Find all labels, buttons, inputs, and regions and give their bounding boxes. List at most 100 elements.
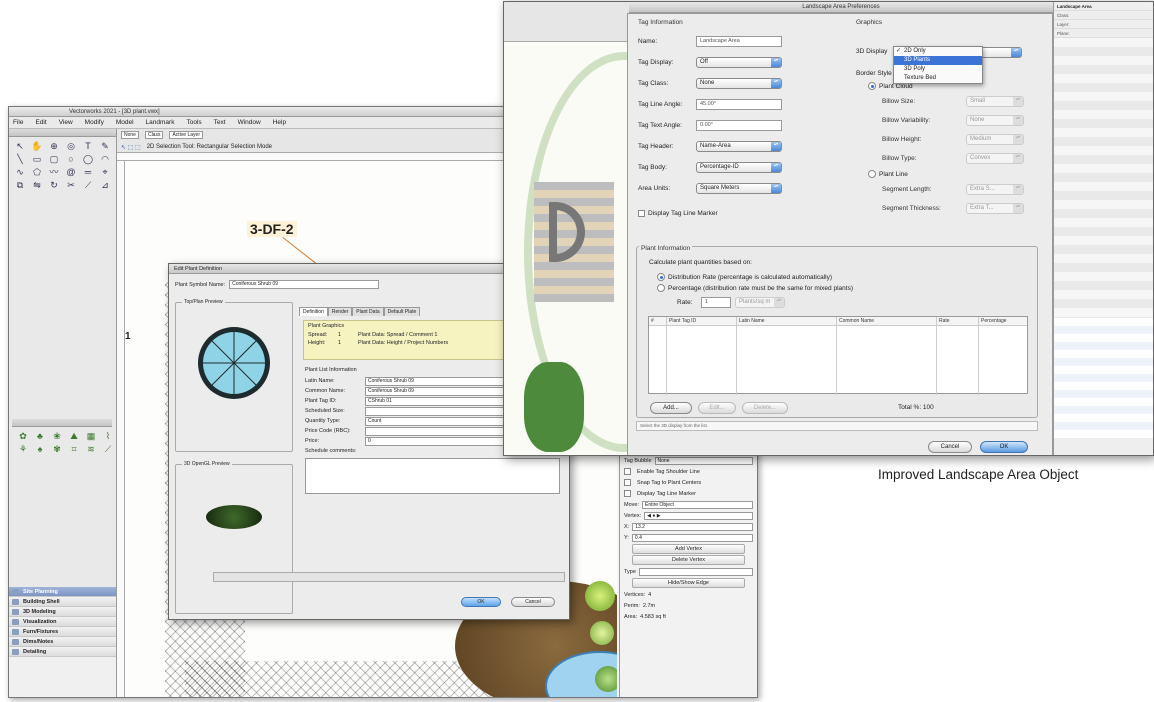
ok-button[interactable]: OK xyxy=(461,597,501,607)
col-common-name[interactable]: Common Name xyxy=(837,317,937,395)
workspace-set-item[interactable]: Site Planning xyxy=(9,587,116,597)
tab-plant-data[interactable]: Plant Data xyxy=(352,307,384,316)
line-tool-icon[interactable]: ╲ xyxy=(12,153,28,165)
menu-item-view[interactable]: View xyxy=(59,117,73,128)
snap-tag-checkbox[interactable] xyxy=(624,479,631,486)
percentage-radio[interactable] xyxy=(657,284,665,292)
cancel-button[interactable]: Cancel xyxy=(928,441,972,453)
tab-definition[interactable]: Definition xyxy=(299,307,328,316)
workspace-set-item[interactable]: Furn/Fixtures xyxy=(9,627,116,637)
hide-edge-button[interactable]: Hide/Show Edge xyxy=(632,578,745,588)
slope-tool-icon[interactable]: ⟋ xyxy=(100,443,116,455)
tag-field-select[interactable]: Square Meters xyxy=(696,183,782,194)
spread-value[interactable]: 1 xyxy=(338,332,358,338)
add-vertex-button[interactable]: Add Vertex xyxy=(632,544,745,554)
attribute-tool-icon[interactable]: ⊿ xyxy=(97,179,113,191)
workspace-set-item[interactable]: Visualization xyxy=(9,617,116,627)
display-tag-marker-checkbox[interactable] xyxy=(638,210,645,217)
col-number[interactable]: # xyxy=(649,317,667,395)
plant-tool-icon[interactable]: ✿ xyxy=(15,430,31,442)
wall-tool-icon[interactable]: ≋ xyxy=(83,443,99,455)
delete-vertex-button[interactable]: Delete Vertex xyxy=(632,555,745,565)
polyline-tool-icon[interactable]: ∿ xyxy=(12,166,28,178)
arc-tool-icon[interactable]: ◠ xyxy=(97,153,113,165)
plant-cloud-radio[interactable] xyxy=(868,82,876,90)
col-rate[interactable]: Rate xyxy=(937,317,979,395)
rate-unit-select[interactable]: Plants/sq m xyxy=(735,297,785,308)
workspace-set-item[interactable]: 3D Modeling xyxy=(9,607,116,617)
symbol-name-field[interactable]: Coniferous Shrub 09 xyxy=(229,280,380,289)
menu-item-modify[interactable]: Modify xyxy=(85,117,104,128)
ok-button[interactable]: OK xyxy=(980,441,1028,453)
plant-line-radio[interactable] xyxy=(868,170,876,178)
cancel-button[interactable]: Cancel xyxy=(511,597,555,607)
border-option-select[interactable]: Medium xyxy=(966,134,1024,145)
workspace-set-item[interactable]: Detailing xyxy=(9,647,116,657)
text-tool-icon[interactable]: T xyxy=(80,140,96,152)
workspace-set-item[interactable]: Building Shell xyxy=(9,597,116,607)
tag-bubble-select[interactable]: None xyxy=(654,456,753,465)
height-value[interactable]: 1 xyxy=(338,340,358,346)
dropdown-option[interactable]: 3D Poly xyxy=(894,65,982,74)
dropdown-option[interactable]: Texture Bed xyxy=(894,74,982,83)
irrigation-tool-icon[interactable]: ♠ xyxy=(32,443,48,455)
polygon-tool-icon[interactable]: ⬠ xyxy=(29,166,45,178)
tag-field-input[interactable]: Landscape Area xyxy=(696,36,782,47)
border-option-select[interactable]: None xyxy=(966,115,1024,126)
pan-tool-icon[interactable]: ✋ xyxy=(29,140,45,152)
vertex-stepper[interactable]: ◀ ● ▶ xyxy=(644,511,753,520)
massing-tool-icon[interactable]: ♣ xyxy=(32,430,48,442)
shoulder-line-checkbox[interactable] xyxy=(624,468,631,475)
fence-tool-icon[interactable]: ⌗ xyxy=(66,443,82,455)
tag-field-select[interactable]: Off xyxy=(696,57,782,68)
reshape-tool-icon[interactable]: ⟋ xyxy=(80,179,96,191)
landscape-area-tool-icon[interactable]: ❀ xyxy=(49,430,65,442)
double-line-tool-icon[interactable]: ═ xyxy=(80,166,96,178)
menu-item-text[interactable]: Text xyxy=(214,117,226,128)
selection-tool-icon[interactable]: ↖ xyxy=(12,140,28,152)
move-select[interactable]: Entire Object xyxy=(641,500,753,509)
dropdown-option[interactable]: 3D Plants xyxy=(894,56,982,65)
selection-mode-icon[interactable]: ↖ ⬚ ⬚ xyxy=(121,144,141,151)
edit-plant-button[interactable]: Edit... xyxy=(698,402,736,414)
add-plant-button[interactable]: Add... xyxy=(650,402,692,414)
circle-tool-icon[interactable]: ○ xyxy=(63,153,79,165)
plant-table[interactable]: # Plant Tag ID Latin Name Common Name Ra… xyxy=(648,316,1028,395)
delete-plant-button[interactable]: Delete... xyxy=(742,402,788,414)
schedule-comments-field[interactable] xyxy=(305,458,560,494)
menu-item-model[interactable]: Model xyxy=(116,117,134,128)
tag-field-select[interactable]: Percentage-ID xyxy=(696,162,782,173)
tag-marker-checkbox[interactable] xyxy=(624,490,631,497)
tab-render[interactable]: Render xyxy=(327,307,353,316)
stake-tool-icon[interactable]: ✾ xyxy=(49,443,65,455)
type-select[interactable] xyxy=(638,567,753,576)
col-plant-tag[interactable]: Plant Tag ID xyxy=(667,317,737,395)
tag-field-select[interactable]: None xyxy=(696,78,782,89)
col-latin-name[interactable]: Latin Name xyxy=(737,317,837,395)
border-option-select[interactable]: Extra T... xyxy=(966,203,1024,214)
menu-item-tools[interactable]: Tools xyxy=(186,117,201,128)
rate-field[interactable]: 1 xyxy=(701,297,731,308)
spiral-tool-icon[interactable]: @ xyxy=(63,166,79,178)
menu-item-edit[interactable]: Edit xyxy=(35,117,46,128)
y-field[interactable]: 0.4 xyxy=(631,533,753,542)
active-layer-select[interactable]: Active Layer xyxy=(169,131,203,139)
border-option-select[interactable]: Convex xyxy=(966,153,1024,164)
freehand-tool-icon[interactable]: 〰 xyxy=(46,166,62,178)
flyover-tool-icon[interactable]: ◎ xyxy=(63,140,79,152)
tag-field-input[interactable]: 45.00° xyxy=(696,99,782,110)
rectangle-tool-icon[interactable]: ▭ xyxy=(29,153,45,165)
rounded-rect-tool-icon[interactable]: ▢ xyxy=(46,153,62,165)
tag-field-select[interactable]: Name-Area xyxy=(696,141,782,152)
border-option-select[interactable]: Extra S... xyxy=(966,184,1024,195)
plant-tag-label[interactable]: 3-DF-2 xyxy=(247,221,297,237)
offset-tool-icon[interactable]: ⧉ xyxy=(12,179,28,191)
hardscape-tool-icon[interactable]: ▦ xyxy=(83,430,99,442)
clip-tool-icon[interactable]: ✂ xyxy=(63,179,79,191)
dropdown-option[interactable]: ✓ 2D Only xyxy=(894,47,982,56)
eyedropper-tool-icon[interactable]: ⌖ xyxy=(97,166,113,178)
workspace-set-item[interactable]: Dims/Notes xyxy=(9,637,116,647)
road-tool-icon[interactable]: ⌇ xyxy=(100,430,116,442)
menu-item-landmark[interactable]: Landmark xyxy=(146,117,175,128)
callout-tool-icon[interactable]: ✎ xyxy=(97,140,113,152)
